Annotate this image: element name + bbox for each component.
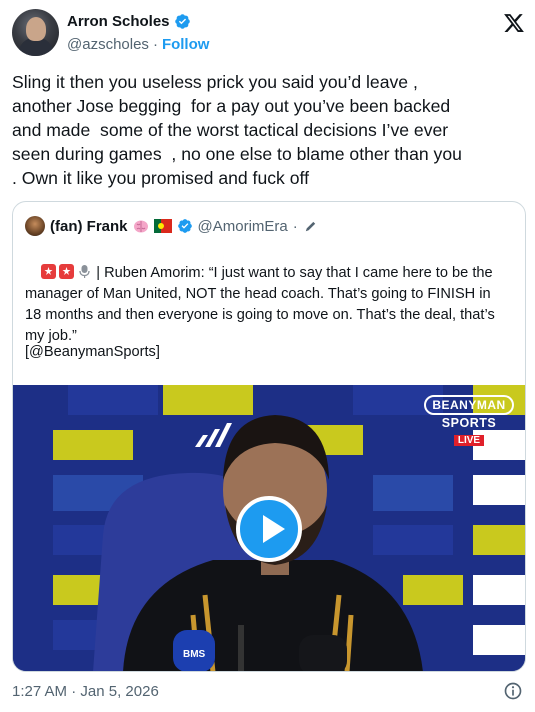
brand-line-1: BEANYMAN xyxy=(424,395,514,415)
live-badge: LIVE xyxy=(453,435,485,446)
quoted-name: (fan) Frank xyxy=(50,217,128,235)
siren-emoji-icon xyxy=(41,264,57,279)
quoted-text: | Ruben Amorim: “I just want to say that… xyxy=(25,265,495,344)
quoted-avatar xyxy=(25,216,45,236)
separator-dot: · xyxy=(292,217,298,235)
separator-dot: · xyxy=(71,683,77,700)
broadcaster-logo: BEANYMAN SPORTS LIVE xyxy=(423,395,515,451)
brand-line-2: SPORTS xyxy=(441,416,497,430)
author-avatar[interactable] xyxy=(12,9,59,56)
pencil-emoji-icon xyxy=(305,221,315,231)
brain-emoji-icon xyxy=(133,220,148,233)
tweet-text: Sling it then you useless prick you said… xyxy=(12,72,462,188)
quoted-emoji-row xyxy=(41,264,92,279)
quoted-tweet[interactable]: (fan) Frank @AmorimEra · | Ruben Amorim:… xyxy=(12,201,526,672)
tweet-time[interactable]: 1:27 AM xyxy=(12,683,67,700)
info-icon[interactable] xyxy=(503,681,523,701)
quoted-source: [@BeanymanSports] xyxy=(25,344,160,360)
mic-label: BMS xyxy=(183,649,206,660)
portugal-flag-icon xyxy=(153,219,172,233)
author-handle-row: @azscholes · Follow xyxy=(67,36,209,53)
video-media[interactable]: BMS BEANYMAN SPORTS LIVE xyxy=(13,385,525,671)
quoted-header: (fan) Frank @AmorimEra · xyxy=(25,216,318,236)
tweet-date[interactable]: Jan 5, 2026 xyxy=(80,683,158,700)
separator-dot: · xyxy=(152,36,158,53)
author-name[interactable]: Arron Scholes xyxy=(67,13,170,30)
tweet-header: Arron Scholes @azscholes · Follow xyxy=(12,8,527,60)
author-name-row: Arron Scholes xyxy=(67,13,191,30)
microphone-emoji-icon xyxy=(79,265,90,278)
author-handle[interactable]: @azscholes xyxy=(67,36,149,53)
x-logo-icon[interactable] xyxy=(503,12,525,34)
tweet-footer: 1:27 AM · Jan 5, 2026 xyxy=(12,681,527,701)
quoted-handle: @AmorimEra xyxy=(197,217,288,235)
siren-emoji-icon xyxy=(59,264,75,279)
verified-badge-icon xyxy=(174,14,190,29)
play-button[interactable] xyxy=(236,496,302,562)
follow-button[interactable]: Follow xyxy=(162,36,210,53)
verified-badge-icon xyxy=(177,219,192,233)
